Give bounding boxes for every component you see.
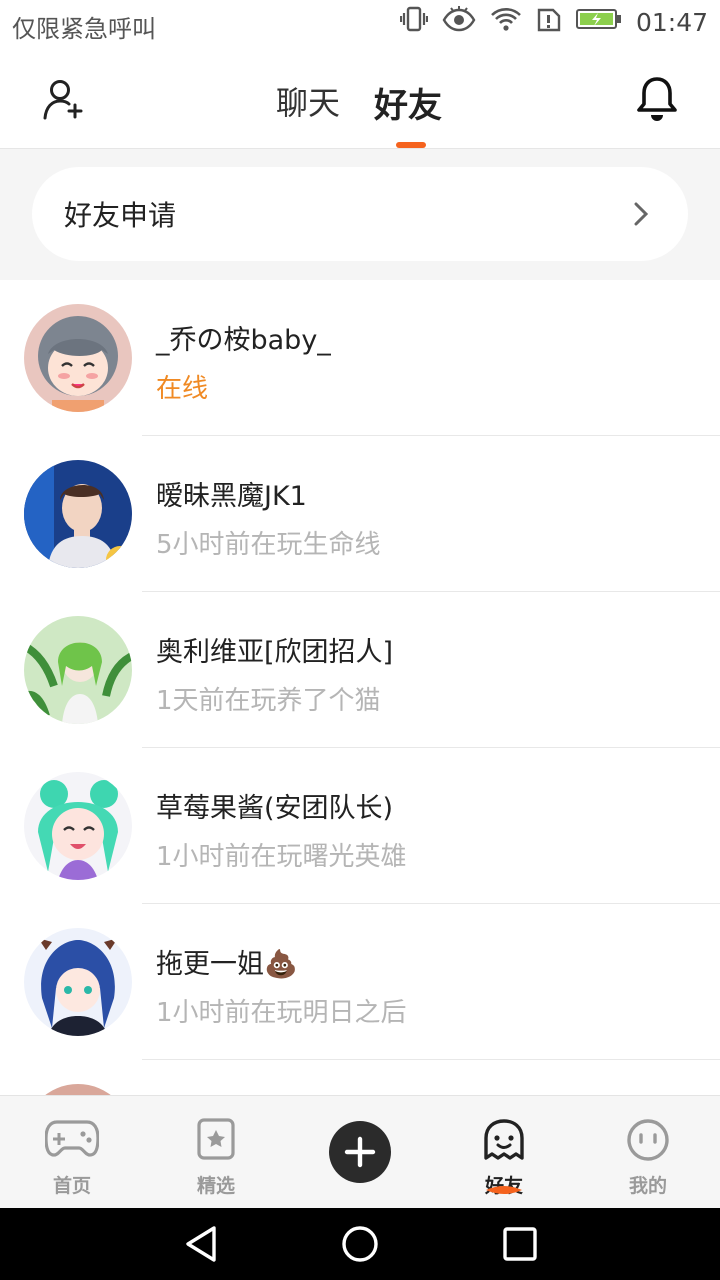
recents-icon[interactable] [502,1226,538,1262]
friend-status: 在线 [156,374,209,404]
bell-icon[interactable] [634,74,680,122]
carrier-text: 仅限紧急呼叫 [12,15,156,43]
bottom-nav: 首页 精选 好友 我的 [0,1095,720,1209]
vibrate-icon [399,6,429,38]
gamepad-icon [44,1118,100,1162]
friend-row[interactable]: 暧昧黑魔JK1 5小时前在玩生命线 [0,436,720,592]
friend-status: 5小时前在玩生命线 [156,530,381,560]
friend-row-partial[interactable] [0,1060,720,1095]
friend-request-section: 好友申请 [0,149,720,280]
tab-friends[interactable]: 好友 [374,78,442,127]
system-nav-bar [0,1208,720,1280]
face-icon [626,1118,670,1166]
plus-icon [344,1136,376,1168]
battery-icon [575,7,622,37]
friend-name: 草莓果酱(安团队长) [156,793,394,824]
friend-name: 暧昧黑魔JK1 [156,481,307,512]
sim-alert-icon [536,6,562,38]
avatar [24,304,132,412]
avatar [24,1084,132,1095]
home-circle-icon[interactable] [341,1225,379,1263]
header-tabs: 聊天 好友 [276,78,442,127]
chevron-right-icon [632,200,650,228]
avatar [24,460,132,568]
ghost-icon [482,1118,526,1166]
nav-friends[interactable]: 好友 [432,1096,576,1209]
top-header: 聊天 好友 [0,48,720,149]
friend-list: _乔の桉baby_ 在线 暧昧黑魔JK1 5小时前在玩生命线 奥利维亚[欣团招人… [0,280,720,1095]
nav-mine[interactable]: 我的 [576,1096,720,1209]
friend-status: 1小时前在玩明日之后 [156,998,407,1028]
nav-mine-label: 我的 [628,1175,667,1197]
star-bookmark-icon [196,1118,236,1166]
friend-status: 1天前在玩养了个猫 [156,686,381,716]
friend-status: 1小时前在玩曙光英雄 [156,842,407,872]
avatar [24,616,132,724]
friend-row[interactable]: 拖更一姐💩 1小时前在玩明日之后 [0,904,720,1060]
friend-row[interactable]: 奥利维亚[欣团招人] 1天前在玩养了个猫 [0,592,720,748]
active-tab-indicator [396,142,426,148]
create-button[interactable] [329,1121,391,1183]
friend-row[interactable]: 草莓果酱(安团队长) 1小时前在玩曙光英雄 [0,748,720,904]
wifi-icon [490,6,522,38]
avatar [24,928,132,1036]
nav-home[interactable]: 首页 [0,1096,144,1209]
friend-name: _乔の桉baby_ [156,325,331,356]
friend-request-button[interactable]: 好友申请 [32,167,688,261]
active-nav-underline [486,1186,522,1194]
friend-name: 拖更一姐💩 [156,949,298,980]
nav-featured-label: 精选 [196,1175,235,1197]
friend-request-label: 好友申请 [64,199,177,232]
back-icon[interactable] [182,1224,220,1264]
friend-name: 奥利维亚[欣团招人] [156,637,394,668]
add-friend-icon[interactable] [40,78,88,122]
friend-row[interactable]: _乔の桉baby_ 在线 [0,280,720,436]
nav-featured[interactable]: 精选 [144,1096,288,1209]
nav-home-label: 首页 [52,1175,91,1197]
status-bar: 仅限紧急呼叫 01:47 [0,0,720,48]
avatar [24,772,132,880]
eye-icon [442,6,476,38]
clock: 01:47 [635,7,708,37]
tab-chat[interactable]: 聊天 [276,78,340,127]
